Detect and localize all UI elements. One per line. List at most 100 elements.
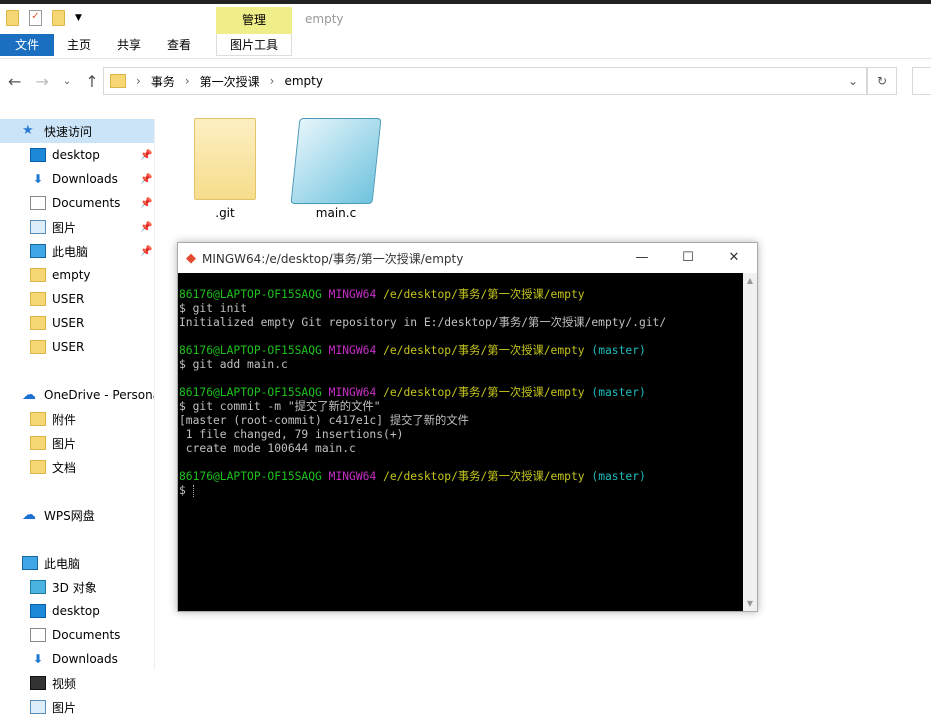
folder-icon <box>30 340 46 354</box>
sidebar-item[interactable]: desktop 📌 <box>0 143 154 167</box>
sidebar-item-label: 3D 对象 <box>52 580 97 595</box>
ribbon-tabs: 文件 主页 共享 查看 <box>0 34 204 56</box>
desktop-strip <box>0 0 931 4</box>
notepad-icon <box>290 118 382 204</box>
sidebar-item[interactable]: 图片 📌 <box>0 215 154 239</box>
file-list: .git main.c <box>180 118 382 220</box>
sidebar-item-label: 视频 <box>52 676 77 691</box>
sidebar-item[interactable]: USER <box>0 335 154 359</box>
close-button[interactable]: ✕ <box>711 243 757 273</box>
pin-icon[interactable]: 📌 <box>140 150 152 161</box>
sidebar-item[interactable]: Documents <box>0 623 154 647</box>
address-bar[interactable]: › 事务 › 第一次授课 › empty ⌄ <box>103 67 867 95</box>
navigation-pane: ★ 快速访问 desktop 📌 ⬇ Downloads 📌 Documents 📌 图片 📌 此电脑… <box>0 119 155 715</box>
sidebar-item[interactable]: 图片 <box>0 695 154 719</box>
scrollbar[interactable]: ▲ ▼ <box>743 273 757 611</box>
sidebar-item[interactable]: ★ 快速访问 <box>0 119 154 143</box>
tab-home[interactable]: 主页 <box>54 34 104 56</box>
tab-view[interactable]: 查看 <box>154 34 204 56</box>
manage-context-tab[interactable]: 管理 <box>216 7 292 34</box>
sidebar-item-label: 此电脑 <box>52 244 89 259</box>
sidebar-item-label: 图片 <box>52 436 77 451</box>
pin-icon[interactable]: 📌 <box>140 174 152 185</box>
sidebar-item[interactable]: ⬇ Downloads <box>0 647 154 671</box>
prompt-path: /e/desktop/事务/第一次授课/empty <box>383 344 585 357</box>
recent-dropdown-icon[interactable]: ⌄ <box>63 76 71 87</box>
sidebar-item[interactable]: desktop <box>0 599 154 623</box>
breadcrumb-item[interactable]: empty <box>284 74 323 88</box>
video-icon <box>30 676 46 690</box>
breadcrumb-item[interactable]: 第一次授课 <box>200 73 260 90</box>
sidebar-item[interactable]: 附件 <box>0 407 154 431</box>
file-item[interactable]: main.c <box>290 118 382 220</box>
sidebar-item[interactable]: 3D 对象 <box>0 575 154 599</box>
folder-icon <box>110 74 126 88</box>
tab-share[interactable]: 共享 <box>104 34 154 56</box>
sidebar-item-label: 快速访问 <box>44 124 93 139</box>
file-item[interactable]: .git <box>180 118 270 220</box>
tab-picture-tools[interactable]: 图片工具 <box>216 34 292 56</box>
output-line: $ git add main.c <box>179 358 743 372</box>
pin-icon[interactable]: 📌 <box>140 222 152 233</box>
search-input[interactable] <box>912 67 931 95</box>
pictures-icon <box>30 700 46 714</box>
terminal-window[interactable]: ◆ MINGW64:/e/desktop/事务/第一次授课/empty — ☐ … <box>177 242 758 612</box>
output-text: $ <box>179 484 193 497</box>
breadcrumb-item[interactable]: 事务 <box>151 73 175 90</box>
pin-icon[interactable]: 📌 <box>140 246 152 257</box>
sidebar-item[interactable]: ⬇ Downloads 📌 <box>0 167 154 191</box>
customize-dropdown-icon[interactable]: ▼ <box>75 13 82 23</box>
folder-icon <box>194 118 256 200</box>
back-icon[interactable]: ← <box>8 72 21 91</box>
maximize-button[interactable]: ☐ <box>665 243 711 273</box>
star-icon: ★ <box>22 123 34 138</box>
minimize-button[interactable]: — <box>619 243 665 273</box>
sidebar-item-label: 文档 <box>52 460 77 475</box>
prompt-branch: (master) <box>591 344 646 357</box>
output-text: $ git commit -m "提交了新的文件" <box>179 400 381 413</box>
prompt-env: MINGW64 <box>328 288 377 301</box>
sidebar-item[interactable]: 文档 <box>0 455 154 479</box>
output-text: Initialized empty Git repository in E:/d… <box>179 316 667 329</box>
sidebar-item-label: Documents <box>52 628 121 642</box>
terminal-output[interactable]: 86176@LAPTOP-OF15SAQG MINGW64 /e/desktop… <box>178 273 743 611</box>
sidebar-item[interactable]: 图片 <box>0 431 154 455</box>
git-icon: ◆ <box>186 250 196 266</box>
sidebar-item-label: Documents <box>52 196 121 210</box>
folder-icon[interactable] <box>6 10 19 26</box>
sidebar-item-label: 附件 <box>52 412 77 427</box>
sidebar-item[interactable]: empty <box>0 263 154 287</box>
pin-icon[interactable]: 📌 <box>140 198 152 209</box>
sidebar-item-label: desktop <box>52 604 100 618</box>
refresh-button[interactable]: ↻ <box>867 67 897 95</box>
computer-icon <box>30 244 46 258</box>
prompt-line: 86176@LAPTOP-OF15SAQG MINGW64 /e/desktop… <box>179 288 743 302</box>
output-line: Initialized empty Git repository in E:/d… <box>179 316 743 330</box>
sidebar-item[interactable]: 视频 <box>0 671 154 695</box>
sidebar-item[interactable]: USER <box>0 287 154 311</box>
cloud-icon: ☁ <box>22 387 36 403</box>
properties-icon[interactable]: ✓ <box>29 10 42 26</box>
desktop-icon <box>30 604 46 618</box>
prompt-env: MINGW64 <box>328 386 377 399</box>
forward-icon[interactable]: → <box>35 72 48 91</box>
sidebar-item[interactable]: 此电脑 📌 <box>0 239 154 263</box>
sidebar-item[interactable]: 此电脑 <box>0 551 154 575</box>
address-dropdown-icon[interactable]: ⌄ <box>848 74 858 88</box>
prompt-line: 86176@LAPTOP-OF15SAQG MINGW64 /e/desktop… <box>179 470 743 484</box>
sidebar-item[interactable]: ☁ OneDrive - Persona <box>0 383 154 407</box>
sidebar-item-label: 此电脑 <box>44 556 81 571</box>
sidebar-item[interactable]: ☁ WPS网盘 <box>0 503 154 527</box>
sidebar-item[interactable]: USER <box>0 311 154 335</box>
output-text: $ git add main.c <box>179 358 288 371</box>
output-line: $ <box>179 484 743 498</box>
output-line: $ git init <box>179 302 743 316</box>
prompt-path: /e/desktop/事务/第一次授课/empty <box>383 386 585 399</box>
sidebar-item[interactable]: Documents 📌 <box>0 191 154 215</box>
documents-icon <box>30 196 46 210</box>
folder-icon <box>30 460 46 474</box>
tab-file[interactable]: 文件 <box>0 34 54 56</box>
new-folder-icon[interactable] <box>52 10 65 26</box>
up-icon[interactable]: ↑ <box>85 72 98 91</box>
folder-icon <box>30 268 46 282</box>
